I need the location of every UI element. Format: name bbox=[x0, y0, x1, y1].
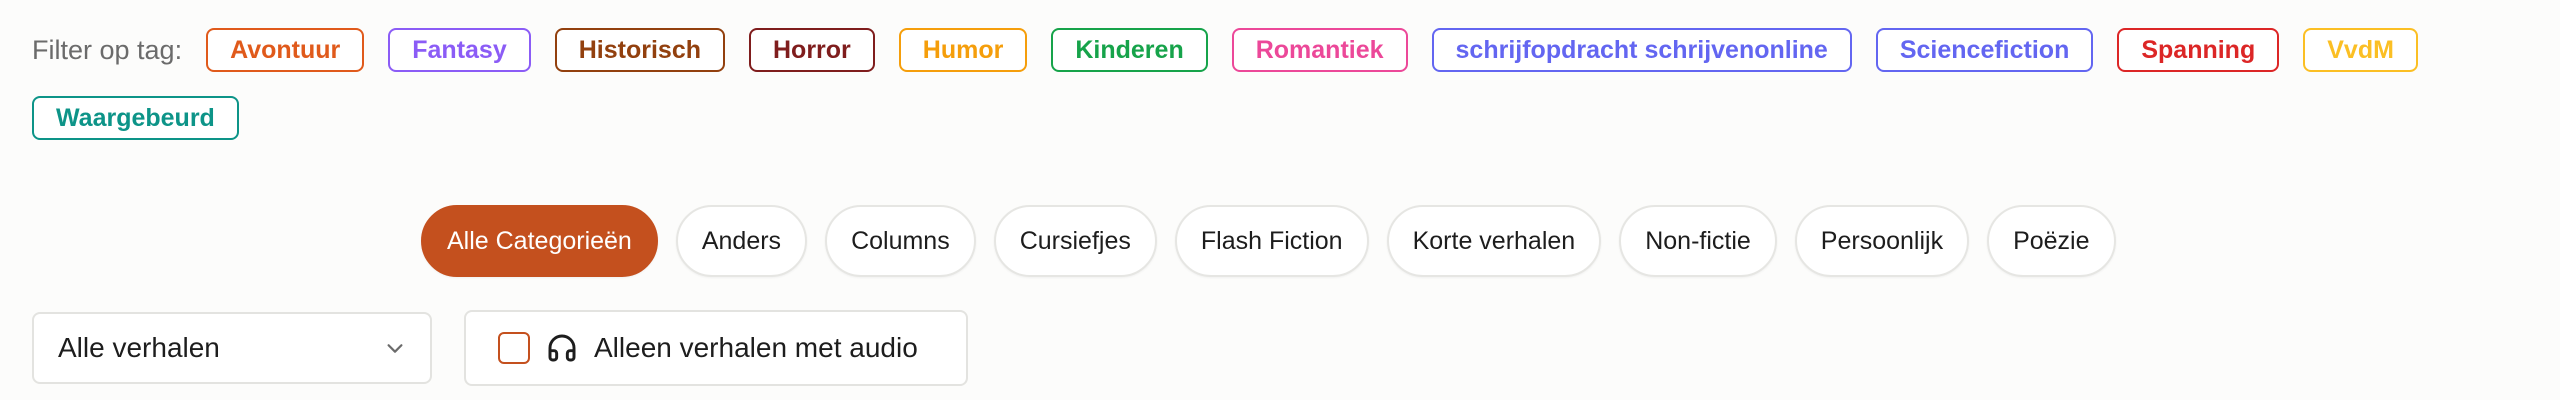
tag-chip[interactable]: Fantasy bbox=[388, 28, 531, 72]
category-pill[interactable]: Flash Fiction bbox=[1174, 205, 1369, 277]
category-pill[interactable]: Cursiefjes bbox=[993, 205, 1157, 277]
tag-chip[interactable]: Romantiek bbox=[1231, 28, 1408, 72]
tag-chip[interactable]: Spanning bbox=[2117, 28, 2280, 72]
tag-chip[interactable]: schrijfopdracht schrijvenonline bbox=[1431, 28, 1852, 72]
tag-chip[interactable]: Avontuur bbox=[206, 28, 365, 72]
tag-chip[interactable]: Kinderen bbox=[1051, 28, 1208, 72]
tag-chip[interactable]: Horror bbox=[749, 28, 875, 72]
category-pill[interactable]: Columns bbox=[825, 205, 976, 277]
tag-chip[interactable]: Historisch bbox=[554, 28, 725, 72]
tag-chip[interactable]: VvdM bbox=[2303, 28, 2418, 72]
audio-only-label: Alleen verhalen met audio bbox=[594, 332, 918, 363]
story-type-select[interactable]: Alle verhalen bbox=[32, 312, 432, 384]
category-pill[interactable]: Non-fictie bbox=[1619, 205, 1777, 277]
chevron-down-icon bbox=[387, 344, 403, 353]
audio-only-filter[interactable]: Alleen verhalen met audio bbox=[464, 310, 968, 386]
tag-chip[interactable]: Sciencefiction bbox=[1875, 28, 2094, 72]
tag-chip[interactable]: Waargebeurd bbox=[32, 96, 239, 140]
category-pill[interactable]: Korte verhalen bbox=[1386, 205, 1602, 277]
story-filters: Filter op tag: Avontuur Fantasy Historis… bbox=[0, 0, 2560, 400]
audio-only-checkbox[interactable] bbox=[498, 332, 530, 364]
headphones-icon bbox=[548, 334, 576, 362]
tag-filter-label: Filter op tag: bbox=[32, 35, 183, 65]
category-pill[interactable]: Alle Categorieën bbox=[421, 205, 658, 277]
story-type-select-value: Alle verhalen bbox=[58, 332, 220, 363]
tag-chip[interactable]: Humor bbox=[898, 28, 1028, 72]
category-pill[interactable]: Poëzie bbox=[1987, 205, 2116, 277]
category-tabs: Alle Categorieën Anders Columns Cursiefj… bbox=[421, 205, 2116, 277]
tag-filter: Filter op tag: Avontuur Fantasy Historis… bbox=[32, 28, 2532, 140]
category-pill[interactable]: Persoonlijk bbox=[1794, 205, 1970, 277]
category-pill[interactable]: Anders bbox=[675, 205, 808, 277]
